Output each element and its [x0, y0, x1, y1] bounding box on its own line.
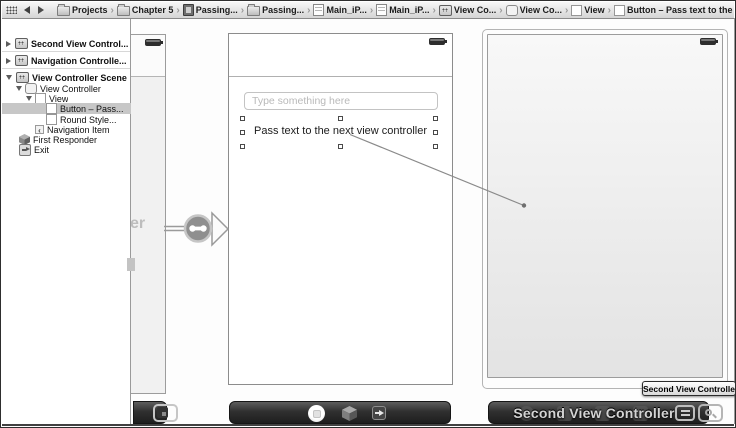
related-items-icon[interactable]	[6, 6, 17, 14]
button-icon	[46, 103, 57, 114]
xcode-interface-builder-window: Projects › Chapter 5 › Passing... › Pass…	[0, 0, 736, 428]
battery-icon	[429, 38, 445, 45]
document-outline: Second View Control... Navigation Contro…	[2, 18, 131, 424]
view-icon	[614, 5, 625, 16]
folder-icon	[247, 6, 260, 16]
selection-handle[interactable]	[433, 144, 438, 149]
chevron-separator: ›	[111, 5, 114, 16]
outline-divider	[2, 68, 130, 69]
view-controller-scene-dock[interactable]	[229, 401, 451, 424]
disclosure-triangle-icon[interactable]	[6, 75, 12, 80]
outline-resize-notch[interactable]	[127, 258, 135, 271]
selection-handle[interactable]	[338, 116, 343, 121]
selection-handle[interactable]	[240, 116, 245, 121]
selection-handle[interactable]	[338, 144, 343, 149]
breadcrumb-view[interactable]: View	[584, 5, 604, 15]
storyboard-file-icon	[376, 4, 387, 16]
second-scene-dock[interactable]: Second View Controller	[488, 401, 709, 424]
status-bar	[229, 34, 452, 77]
folder-icon	[117, 6, 130, 16]
disclosure-triangle-icon[interactable]	[16, 86, 22, 91]
view-controller-scene[interactable]: Pass text to the next view controller	[228, 33, 453, 385]
back-button[interactable]	[24, 6, 30, 14]
pass-text-button[interactable]: Pass text to the next view controller	[229, 125, 452, 139]
chevron-separator: ›	[608, 5, 611, 16]
project-icon	[183, 4, 194, 16]
status-bar	[131, 35, 165, 77]
chevron-separator: ›	[565, 5, 568, 16]
selection-handle[interactable]	[240, 130, 245, 135]
selection-handle[interactable]	[433, 130, 438, 135]
breadcrumb-storyboard[interactable]: Main_iP...	[326, 5, 366, 15]
window-bottom-border	[2, 424, 734, 426]
segue-connector-icon	[185, 216, 211, 242]
second-view-controller-selection-ring	[482, 29, 728, 389]
outline-row-exit[interactable]: Exit	[2, 144, 131, 155]
storyboard-canvas[interactable]: er Pass text to the next view controller	[131, 18, 735, 424]
storyboard-file-icon	[313, 4, 324, 16]
outline-divider	[2, 51, 130, 52]
disclosure-triangle-icon[interactable]	[26, 96, 32, 101]
battery-icon	[700, 38, 716, 45]
chevron-separator: ›	[499, 5, 502, 16]
jump-bar: Projects › Chapter 5 › Passing... › Pass…	[2, 2, 734, 19]
first-responder-cube-icon[interactable]	[342, 406, 357, 421]
breadcrumb-view-controller-scene[interactable]: View Co...	[454, 5, 496, 15]
breadcrumb-projects[interactable]: Projects	[72, 5, 108, 15]
navigation-controller-scene[interactable]: er	[131, 34, 166, 394]
battery-icon	[145, 39, 161, 46]
navigation-item-icon: ‹	[35, 125, 44, 134]
selection-handle[interactable]	[433, 116, 438, 121]
navigation-controller-icon	[157, 407, 168, 418]
scene-icon	[439, 5, 452, 16]
chevron-separator: ›	[307, 5, 310, 16]
exit-icon	[19, 144, 31, 156]
scene-icon	[15, 38, 28, 49]
outline-row-second-view-controller[interactable]: Second View Control...	[2, 38, 131, 49]
breadcrumb-chapter[interactable]: Chapter 5	[132, 5, 174, 15]
view-icon	[571, 5, 582, 16]
tooltip: Second View Controller	[642, 381, 736, 396]
forward-button[interactable]	[38, 6, 44, 14]
view-controller-icon	[506, 5, 518, 16]
chevron-separator: ›	[370, 5, 373, 16]
exit-icon[interactable]	[372, 406, 386, 420]
chevron-separator: ›	[241, 5, 244, 16]
segue-arrowhead-icon	[212, 213, 228, 245]
selected-dock-item-outline[interactable]	[153, 404, 178, 422]
selection-handle[interactable]	[240, 144, 245, 149]
folder-icon	[57, 6, 70, 16]
outline-row-navigation-controller[interactable]: Navigation Controlle...	[2, 55, 131, 66]
scene-icon	[15, 55, 28, 66]
scene-dock-label[interactable]: Second View Controller	[499, 402, 689, 424]
view-controller-circle-icon[interactable]	[308, 405, 325, 422]
breadcrumb-button[interactable]: Button – Pass text to the next view cont…	[627, 5, 734, 15]
breadcrumb-group[interactable]: Passing...	[262, 5, 304, 15]
outline-row-button-selected[interactable]: Button – Pass...	[2, 103, 131, 114]
disclosure-triangle-icon[interactable]	[6, 41, 11, 47]
list-toggle-button[interactable]	[675, 405, 695, 421]
outline-row-view-controller-scene[interactable]: View Controller Scene	[2, 72, 131, 83]
chevron-separator: ›	[176, 5, 179, 16]
text-field[interactable]	[244, 92, 438, 110]
scene-watermark-text: er	[131, 215, 145, 233]
search-button[interactable]	[698, 404, 723, 422]
magnifier-icon	[705, 409, 712, 416]
breadcrumb-project[interactable]: Passing...	[196, 5, 238, 15]
second-view-controller-scene[interactable]	[487, 34, 723, 378]
breadcrumb-storyboard-2[interactable]: Main_iP...	[389, 5, 429, 15]
chevron-separator: ›	[433, 5, 436, 16]
breadcrumb-view-controller[interactable]: View Co...	[520, 5, 562, 15]
scene-icon	[16, 72, 29, 83]
disclosure-triangle-icon[interactable]	[6, 58, 11, 64]
